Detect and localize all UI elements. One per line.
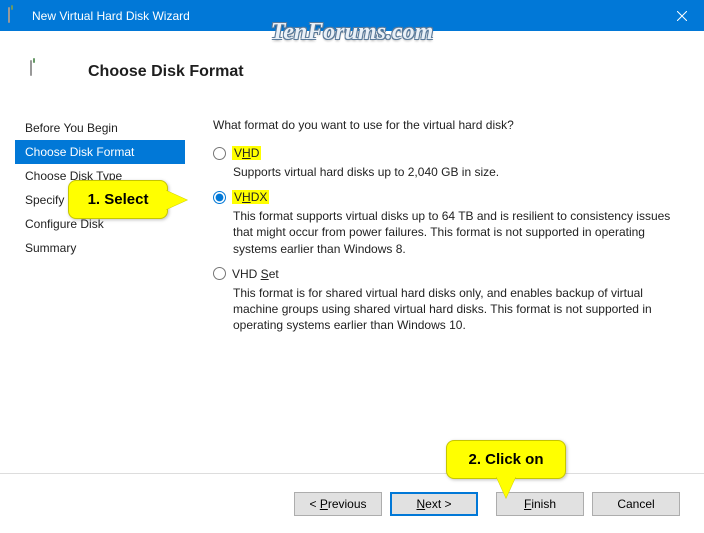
callout-select: 1. Select [68,180,168,219]
radio-vhdx[interactable] [213,191,226,204]
step-summary[interactable]: Summary [15,236,185,260]
wizard-steps: Before You Begin Choose Disk Format Choo… [15,113,185,463]
titlebar: New Virtual Hard Disk Wizard [0,0,704,31]
desc-vhdset: This format is for shared virtual hard d… [213,285,681,334]
wizard-header: Choose Disk Format [0,31,704,113]
disk-icon [30,61,58,83]
wizard-content: What format do you want to use for the v… [185,113,689,463]
next-button[interactable]: Next > [390,492,478,516]
close-icon[interactable] [660,0,704,31]
label-vhdset: VHD Set [232,267,279,281]
option-vhdx[interactable]: VHDX This format supports virtual disks … [213,190,681,257]
desc-vhd: Supports virtual hard disks up to 2,040 … [213,164,681,180]
format-question: What format do you want to use for the v… [213,118,681,132]
step-before-you-begin[interactable]: Before You Begin [15,116,185,140]
previous-button[interactable]: < Previous [294,492,382,516]
wizard-footer: < Previous Next > Finish Cancel [0,473,704,533]
radio-vhdset[interactable] [213,267,226,280]
cancel-button[interactable]: Cancel [592,492,680,516]
label-vhd: VHD [232,146,261,160]
desc-vhdx: This format supports virtual disks up to… [213,208,681,257]
radio-vhd[interactable] [213,147,226,160]
app-icon [8,8,24,24]
callout-click: 2. Click on [446,440,566,479]
window-title: New Virtual Hard Disk Wizard [32,9,660,23]
option-vhdset[interactable]: VHD Set This format is for shared virtua… [213,267,681,334]
label-vhdx: VHDX [232,190,269,204]
step-choose-disk-format[interactable]: Choose Disk Format [15,140,185,164]
option-vhd[interactable]: VHD Supports virtual hard disks up to 2,… [213,146,681,180]
page-title: Choose Disk Format [88,63,244,81]
